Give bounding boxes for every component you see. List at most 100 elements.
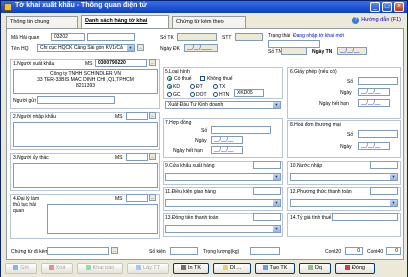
exporter-address[interactable]: Công ty TNHH SCHINDLER VN 33 TER-33BIS M… <box>13 69 158 94</box>
permit-number-field[interactable] <box>358 77 398 85</box>
radio-kd[interactable] <box>167 84 172 89</box>
permit-expiry-field[interactable]: __/__/__ <box>358 99 390 107</box>
contract-expiry-field[interactable]: __/__/__ <box>211 146 243 154</box>
export-gate-code-field[interactable] <box>253 161 281 169</box>
invoice-date-field[interactable]: __/__/__ <box>358 142 390 150</box>
invoice-label: 8.Hoá đơn thương mại <box>290 122 341 128</box>
delivery-terms-select[interactable]: ▼ <box>165 199 281 207</box>
import-country-code-field[interactable] <box>370 161 398 169</box>
radio-dt[interactable] <box>190 84 195 89</box>
customs-code-extra-field[interactable] <box>87 33 135 41</box>
trustor-address[interactable] <box>13 163 158 188</box>
permit-number-label: Số <box>347 79 354 85</box>
chevron-down-icon: ▼ <box>127 45 134 51</box>
maximize-button[interactable]: □ <box>382 2 392 12</box>
invoice-number-field[interactable] <box>358 130 398 138</box>
trustor-code-field[interactable] <box>126 153 148 161</box>
registration-date-field[interactable]: __/__/____ <box>184 44 218 52</box>
payment-method-select[interactable]: ▼ <box>290 199 398 207</box>
currency-code-field[interactable] <box>253 213 281 221</box>
permit-expiry-label: Ngày hết hạn <box>319 101 349 107</box>
receipt-number-field[interactable] <box>281 47 307 55</box>
permit-date-field[interactable]: __/__/__ <box>358 88 390 96</box>
chevron-down-icon: ▼ <box>273 174 280 180</box>
radio-dt-label: ĐT <box>196 84 203 90</box>
type-select[interactable]: Xuất Đầu Tư Kinh doanh ▼ <box>165 101 281 109</box>
exporter-tax-code-field[interactable]: 0300790220 <box>95 59 147 67</box>
cont40-field[interactable]: 0 <box>386 247 401 255</box>
radio-gc[interactable] <box>167 92 172 97</box>
attached-docs-button[interactable]: … <box>111 247 118 254</box>
package-count-field[interactable] <box>170 247 198 255</box>
agent-code-field[interactable] <box>126 194 148 202</box>
radio-tx[interactable] <box>213 84 218 89</box>
customs-code-field[interactable]: 03202 <box>51 33 85 41</box>
import-country-select[interactable]: ▼ <box>290 173 398 181</box>
close-button[interactable]: × <box>394 2 404 12</box>
dl-button[interactable]: Dl ... <box>213 263 251 274</box>
receipt-date-label: Ngày TN <box>312 49 333 55</box>
contract-number-field[interactable] <box>211 126 271 134</box>
cont20-label: Cont20 <box>325 249 342 255</box>
declare-button[interactable]: Khai báo <box>77 263 123 274</box>
exchange-rate-field[interactable] <box>332 213 398 221</box>
importer-address[interactable] <box>13 122 158 147</box>
customs-code-label: Mã Hải quan <box>11 35 40 41</box>
tab-goods-list[interactable]: Danh sách hàng tờ khai <box>81 15 169 28</box>
trustor-lookup-button[interactable]: … <box>149 153 156 160</box>
delivery-terms-code-field[interactable] <box>253 187 281 195</box>
minimize-button[interactable]: _ <box>370 2 380 12</box>
radio-dot[interactable] <box>190 92 195 97</box>
importer-lookup-button[interactable]: … <box>149 112 156 119</box>
checkbox-khong-thue[interactable] <box>200 76 205 81</box>
agent-address[interactable] <box>47 204 158 234</box>
customs-name-select[interactable]: Chi cục HQCK Cảng Sài gòn KV1/Cả ▼ <box>37 44 135 52</box>
agent-lookup-button[interactable]: … <box>149 194 156 201</box>
radio-htn[interactable] <box>213 92 218 97</box>
customs-lookup-button[interactable]: … <box>137 44 144 51</box>
fetch-info-label: Lấy TT <box>142 265 160 271</box>
currency-select[interactable]: ▼ <box>165 225 281 233</box>
type-label: 5.Loại hình <box>165 69 190 75</box>
export-gate-select[interactable]: ▼ <box>165 173 281 181</box>
radio-co-thue[interactable] <box>167 76 172 81</box>
close-form-button[interactable]: Đóng <box>335 263 375 274</box>
radio-htn-label: HTN <box>219 92 230 98</box>
exporter-lookup-button[interactable]: … <box>149 59 156 66</box>
button-bar: Ghi Xoá Khai báo Lấy TT In TK Dl ... Tạo… <box>1 260 407 277</box>
chevron-down-icon: ▼ <box>273 102 280 108</box>
trustor-code-label: MS <box>115 155 123 161</box>
weight-field[interactable] <box>250 247 280 255</box>
export-gate-label: 9.Cửa khẩu xuất hàng <box>165 163 215 169</box>
payment-method-code-field[interactable] <box>370 187 398 195</box>
fetch-info-button[interactable]: Lấy TT <box>127 263 169 274</box>
delete-button[interactable]: Xoá <box>41 263 73 274</box>
app-icon <box>4 3 12 11</box>
receipt-date-field[interactable]: __/__/__ <box>337 47 367 55</box>
tab-attached-documents[interactable]: Chứng từ kèm theo <box>172 16 246 28</box>
window-title: Tờ khai xuất khẩu - Thông quan điện tử <box>15 2 147 9</box>
contract-date-field[interactable]: __/__/__ <box>211 136 243 144</box>
close-form-label: Đóng <box>351 265 366 271</box>
declaration-number-field[interactable] <box>177 33 217 41</box>
permit-label: 6.Giấy phép (nếu có) <box>290 69 337 75</box>
khong-thue-label: Không thuế <box>207 76 233 82</box>
chevron-down-icon: ▼ <box>273 226 280 232</box>
stt-field[interactable] <box>235 33 263 41</box>
sender-field[interactable] <box>37 96 115 104</box>
attached-docs-field[interactable] <box>47 247 109 255</box>
print-button[interactable]: In TK <box>173 263 209 274</box>
permit-date-label: Ngày <box>340 90 352 96</box>
importer-code-field[interactable] <box>126 112 148 120</box>
type-code-field[interactable]: XKD05 <box>234 89 264 97</box>
dq-button[interactable]: Dq <box>299 263 331 274</box>
save-button[interactable]: Ghi <box>5 263 37 274</box>
radio-tx-label: TX <box>219 84 226 90</box>
refresh-icon <box>307 265 313 270</box>
invoice-date-label: Ngày <box>340 144 352 150</box>
create-tk-button[interactable]: Tạo TK <box>255 263 295 274</box>
cont20-field[interactable]: 0 <box>345 247 363 255</box>
customs-name-label: Tên HQ <box>11 46 29 52</box>
tab-general-info[interactable]: Thông tin chung <box>6 16 78 28</box>
help-link[interactable]: ? Hướng dẫn (F1) <box>352 17 401 24</box>
